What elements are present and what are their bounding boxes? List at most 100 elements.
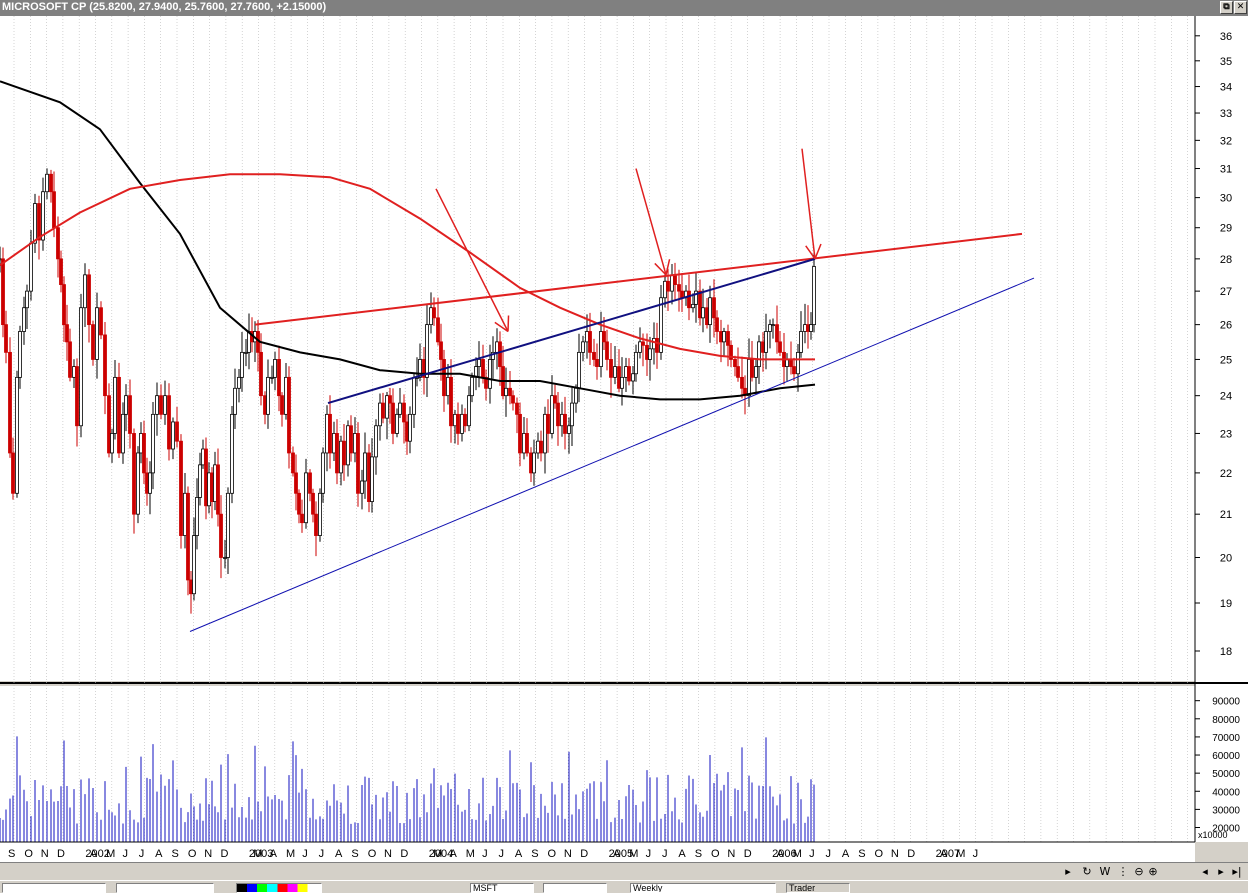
volume-tick-label: 70000 — [1212, 733, 1240, 744]
candle-body — [132, 433, 136, 515]
date-axis-background — [0, 842, 1195, 862]
candle-body — [8, 351, 12, 454]
link-icon[interactable]: ⋮ — [1116, 864, 1130, 879]
candle-body — [230, 413, 234, 494]
candle-body — [792, 366, 796, 375]
scroll-right-arrow-icon[interactable]: ▸ — [1062, 864, 1074, 879]
scroll-track[interactable] — [0, 864, 1075, 879]
candle-body — [789, 359, 793, 367]
candle-body — [463, 413, 467, 427]
candle-body — [136, 452, 140, 515]
date-label: A — [678, 848, 686, 860]
candle-body — [325, 413, 329, 454]
candle-body — [95, 307, 99, 360]
volume-tick-label: 40000 — [1212, 787, 1240, 798]
date-label: J — [826, 848, 832, 860]
candle-body — [768, 324, 772, 332]
candle-body — [631, 373, 635, 382]
candle-body — [613, 366, 617, 378]
close-window-button[interactable]: ✕ — [1234, 1, 1247, 14]
price-tick-label: 25 — [1220, 354, 1232, 366]
candle-body — [342, 440, 346, 466]
date-label: M — [466, 848, 475, 860]
candle-body — [65, 324, 69, 343]
candle-body — [754, 366, 758, 378]
date-label: A — [776, 848, 784, 860]
candle-body — [556, 402, 560, 427]
price-tick-label: 18 — [1220, 646, 1232, 658]
price-tick-label: 35 — [1220, 56, 1232, 68]
candle-body — [291, 452, 295, 474]
candle-body — [287, 376, 291, 454]
date-label: N — [204, 848, 212, 860]
zoom-in-icon[interactable]: ⊕ — [1146, 864, 1160, 879]
volume-tick-label: 90000 — [1212, 697, 1240, 708]
scroll-right-icon[interactable]: ▸ — [1214, 864, 1228, 879]
candle-body — [335, 433, 339, 474]
date-label: N — [41, 848, 49, 860]
price-tick-label: 28 — [1220, 254, 1232, 266]
candle-body — [488, 359, 492, 389]
candle-body — [216, 464, 220, 515]
candle-body — [574, 387, 578, 404]
date-label: N — [727, 848, 735, 860]
candle-body — [708, 297, 712, 326]
candle-body — [284, 376, 288, 415]
price-tick-label: 23 — [1220, 428, 1232, 440]
candle-body — [652, 337, 656, 350]
candle-body — [504, 387, 508, 397]
candle-body — [425, 324, 429, 378]
date-label: D — [400, 848, 408, 860]
restore-window-button[interactable]: ⧉ — [1220, 1, 1233, 14]
price-tick-label: 26 — [1220, 320, 1232, 332]
candle-body — [761, 341, 765, 353]
candle-body — [356, 433, 360, 494]
weekly-toggle-button[interactable]: W — [1098, 864, 1112, 879]
candle-body — [529, 452, 533, 474]
candle-body — [201, 448, 205, 466]
price-tick-label: 27 — [1220, 286, 1232, 298]
candle-body — [511, 395, 515, 404]
candle-body — [259, 351, 263, 397]
candle-body — [79, 307, 83, 427]
candle-body — [705, 307, 709, 326]
candle-body — [49, 173, 53, 193]
zoom-out-icon[interactable]: ⊖ — [1132, 864, 1146, 879]
candle-body — [318, 492, 322, 536]
volume-pane-background — [0, 686, 1195, 842]
candle-body — [75, 366, 79, 427]
date-label: S — [531, 848, 538, 860]
date-label: J — [973, 848, 979, 860]
candle-body — [539, 440, 543, 454]
price-tick-label: 36 — [1220, 31, 1232, 43]
horizontal-scrollbar[interactable]: ▸ ↻ W ⋮ ⊖ ⊕ ◂ ▸ ▸| — [0, 862, 1248, 881]
candle-body — [155, 395, 159, 415]
candle-body — [605, 341, 609, 360]
refresh-icon[interactable]: ↻ — [1080, 864, 1094, 879]
candle-body — [627, 366, 631, 382]
candle-body — [395, 413, 399, 434]
candle-body — [360, 480, 364, 494]
candle-body — [25, 290, 29, 309]
candle-body — [677, 284, 681, 292]
candle-body — [809, 324, 813, 332]
scroll-end-icon[interactable]: ▸| — [1230, 864, 1244, 879]
candle-body — [159, 395, 163, 415]
candle-body — [663, 280, 667, 299]
candle-body — [121, 413, 125, 454]
candle-body — [297, 492, 301, 515]
price-tick-label: 29 — [1220, 223, 1232, 235]
candle-body — [41, 191, 45, 241]
date-label: N — [564, 848, 572, 860]
candle-body — [634, 351, 638, 375]
candle-body — [244, 351, 248, 354]
date-label: J — [139, 848, 145, 860]
candle-body — [460, 413, 464, 434]
candle-body — [52, 191, 56, 229]
date-label: J — [662, 848, 668, 860]
price-chart[interactable]: 18192021222324252627282930313233343536 2… — [0, 16, 1248, 862]
scroll-left-icon[interactable]: ◂ — [1198, 864, 1212, 879]
candle-body — [617, 366, 621, 389]
candle-body — [328, 413, 332, 454]
date-label: A — [613, 848, 621, 860]
